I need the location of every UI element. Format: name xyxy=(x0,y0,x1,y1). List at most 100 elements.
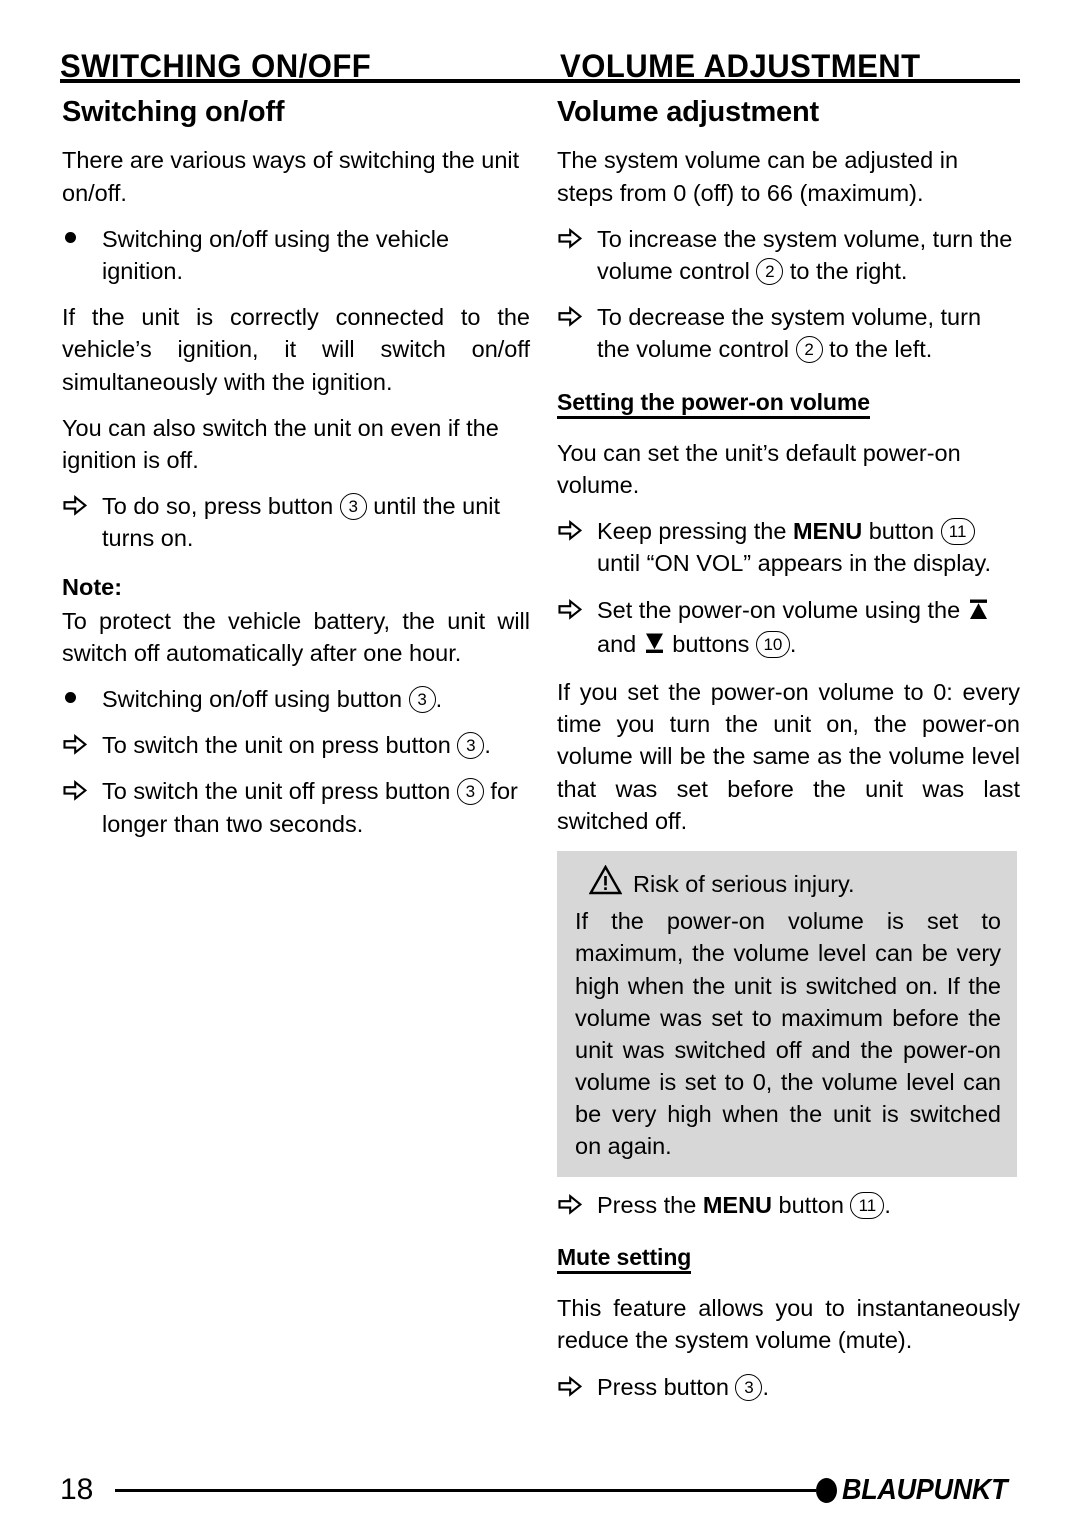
paragraph-mute: This feature allows you to instantaneous… xyxy=(557,1295,1020,1354)
brand-dot-icon xyxy=(816,1477,838,1503)
page-footer: 18 BLAUPUNKT xyxy=(60,1470,1020,1510)
arrow-right-glyph xyxy=(558,227,583,249)
arrow-up-glyph xyxy=(969,599,987,619)
arrow-right-icon xyxy=(62,490,94,524)
warning-heading-row: Risk of serious injury. xyxy=(575,864,1001,903)
arrow-right-glyph xyxy=(558,598,583,620)
step-text-post: . xyxy=(884,1191,891,1218)
header-title-right: VOLUME ADJUSTMENT xyxy=(560,48,921,84)
button-number-badge: 11 xyxy=(940,518,975,546)
subsection-title-power-on-volume: Setting the power-on volume xyxy=(557,389,870,419)
page-number: 18 xyxy=(60,1473,94,1506)
button-number-badge: 3 xyxy=(339,493,367,521)
left-paragraph-connected: If the unit is correctly connected to th… xyxy=(62,304,530,395)
note-text: To protect the vehicle battery, the unit… xyxy=(62,607,530,666)
step-text-end: . xyxy=(789,630,797,657)
step-text-pre: Set the power-on volume using the xyxy=(597,596,961,623)
arrow-right-icon xyxy=(557,1371,589,1405)
button-number-badge: 3 xyxy=(456,778,484,806)
arrow-right-glyph xyxy=(558,306,583,328)
header-divider-rule xyxy=(60,79,1020,83)
button-number-badge: 3 xyxy=(408,686,436,714)
warning-body-text: If the power-on volume is set to maximum… xyxy=(575,908,1001,1160)
right-intro-paragraph: The system volume can be adjusted in ste… xyxy=(557,147,959,206)
footer-divider-rule xyxy=(115,1488,817,1492)
step-text-pre: Press button xyxy=(597,1373,729,1400)
step-text-post: . xyxy=(484,732,491,759)
step-press-button-mute: Press button 3. xyxy=(557,1371,1020,1403)
control-number-badge: 2 xyxy=(756,258,784,286)
warning-box: Risk of serious injury. If the power-on … xyxy=(557,850,1017,1177)
arrow-right-glyph xyxy=(558,1375,583,1397)
button-number-badge: 3 xyxy=(457,732,485,760)
list-item-label: Switching on/off using the vehicle ignit… xyxy=(102,225,450,285)
button-number-badge: 10 xyxy=(755,630,790,658)
subsection-title-mute-setting: Mute setting xyxy=(557,1244,691,1275)
arrow-right-glyph xyxy=(63,495,88,516)
step-text-post: to the right. xyxy=(789,258,908,285)
arrow-right-icon xyxy=(557,223,589,257)
bullet-dot-icon xyxy=(62,683,94,715)
arrow-right-icon xyxy=(557,594,589,628)
page-header: SWITCHING ON/OFF VOLUME ADJUSTMENT xyxy=(60,30,1020,82)
arrow-up-icon xyxy=(968,596,989,628)
header-title-left: SWITCHING ON/OFF xyxy=(60,48,372,84)
step-text-pre: To switch the unit off press button xyxy=(102,778,451,805)
step-increase-volume: To increase the system volume, turn the … xyxy=(557,223,1020,287)
step-text-post: buttons xyxy=(672,630,750,657)
step-text-pre: Press the xyxy=(597,1191,697,1218)
brand-logo: BLAUPUNKT xyxy=(816,1474,1020,1507)
note-label: Note: xyxy=(62,573,123,600)
step-do-so: To do so, press button 3 until the unit … xyxy=(62,490,530,554)
step-text-mid: and xyxy=(597,630,637,657)
arrow-right-icon xyxy=(62,729,94,763)
arrow-right-icon xyxy=(557,1189,589,1223)
button-number-badge: 11 xyxy=(850,1191,885,1219)
manual-page: SWITCHING ON/OFF VOLUME ADJUSTMENT Switc… xyxy=(0,0,1080,1525)
paragraph-power-on-zero: If you set the power-on volume to 0: eve… xyxy=(557,679,1020,834)
warning-triangle-glyph xyxy=(588,864,623,895)
arrow-down-glyph xyxy=(645,633,663,653)
arrow-right-glyph xyxy=(63,734,88,756)
warning-heading-text: Risk of serious injury. xyxy=(633,870,855,897)
step-decrease-volume: To decrease the system volume, turn the … xyxy=(557,301,1020,365)
step-text-post: until “ON VOL” appears in the display. xyxy=(597,550,992,577)
left-section-title: Switching on/off xyxy=(62,96,285,128)
step-keep-pressing-menu: Keep pressing the MENU button 11 until “… xyxy=(557,515,1020,579)
arrow-right-glyph xyxy=(558,520,583,542)
list-item-label-post: . xyxy=(435,686,443,713)
warning-triangle-icon xyxy=(588,864,623,903)
right-column: Volume adjustment The system volume can … xyxy=(557,96,1020,1417)
menu-button-label: MENU xyxy=(792,518,863,545)
step-text-post: . xyxy=(762,1373,769,1400)
arrow-right-glyph xyxy=(63,780,88,802)
arrow-right-glyph xyxy=(558,1193,583,1215)
control-number-badge: 2 xyxy=(795,336,823,364)
arrow-right-icon xyxy=(557,301,589,335)
list-item-button: Switching on/off using button 3. xyxy=(62,683,530,715)
left-paragraph-also: You can also switch the unit on even if … xyxy=(62,414,499,473)
arrow-right-icon xyxy=(62,775,94,809)
step-switch-off: To switch the unit off press button 3 fo… xyxy=(62,775,530,839)
step-text-pre: To do so, press button xyxy=(102,493,334,520)
step-press-menu: Press the MENU button 11. xyxy=(557,1189,1020,1221)
step-text-pre: To switch the unit on press button xyxy=(102,732,451,759)
step-text-post: to the left. xyxy=(829,336,933,363)
step-switch-on: To switch the unit on press button 3. xyxy=(62,729,530,761)
right-section-title: Volume adjustment xyxy=(557,96,819,128)
step-text-mid: button xyxy=(868,518,935,545)
menu-button-label: MENU xyxy=(702,1191,773,1218)
step-set-power-on-volume: Set the power-on volume using the and bu… xyxy=(557,594,1020,662)
list-item-ignition: Switching on/off using the vehicle ignit… xyxy=(62,223,530,287)
step-text-pre: Keep pressing the xyxy=(597,518,787,545)
arrow-down-icon xyxy=(644,630,665,662)
list-item-label-pre: Switching on/off using button xyxy=(102,686,403,713)
bullet-dot-icon xyxy=(62,223,94,255)
arrow-right-icon xyxy=(557,515,589,549)
brand-name: BLAUPUNKT xyxy=(842,1473,1008,1506)
left-column: Switching on/off There are various ways … xyxy=(62,96,530,854)
left-intro-paragraph: There are various ways of switching the … xyxy=(62,147,520,206)
step-text-mid: button xyxy=(778,1191,844,1218)
paragraph-default-power-on: You can set the unit’s default power-on … xyxy=(557,439,961,499)
button-number-badge: 3 xyxy=(735,1373,763,1401)
